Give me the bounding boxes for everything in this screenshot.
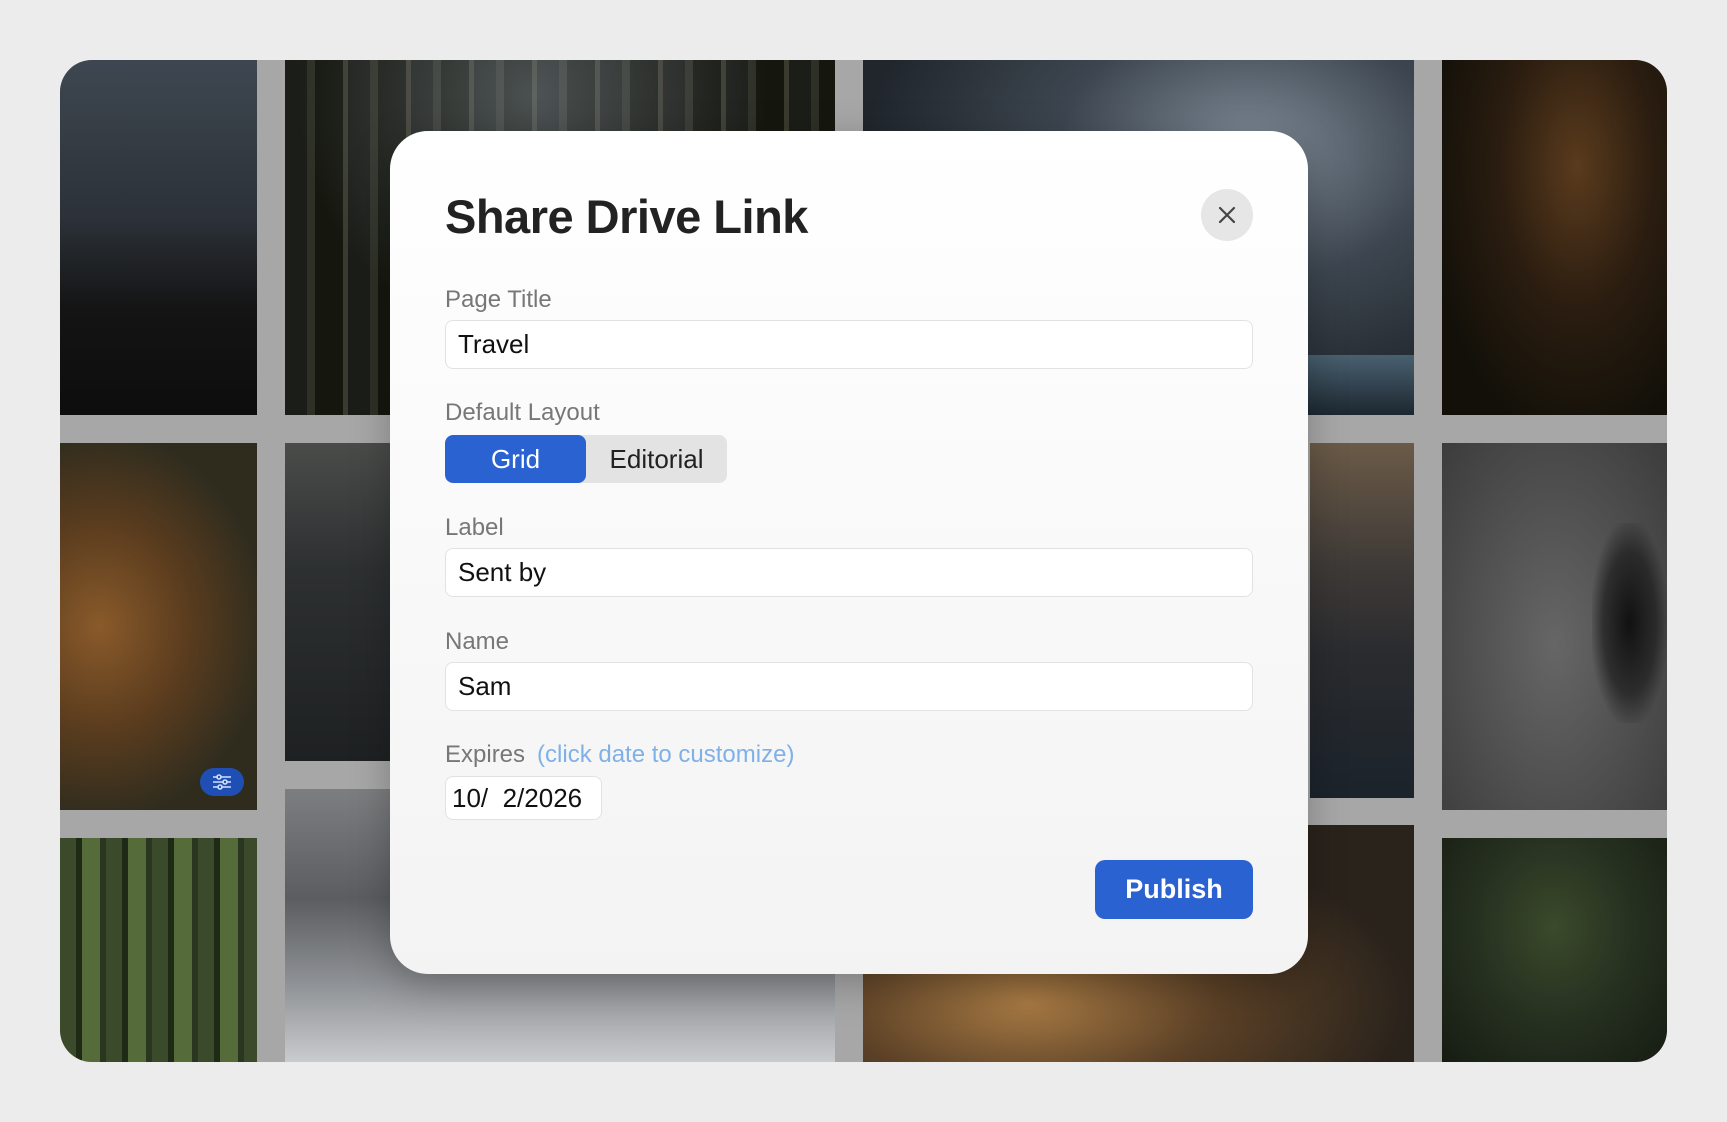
photo-tile-misty-hills[interactable]	[285, 443, 405, 761]
default-layout-label: Default Layout	[445, 399, 600, 426]
name-field-label: Name	[445, 628, 510, 655]
photo-tile-mountain-dusk[interactable]	[60, 60, 257, 415]
expires-label-row: Expires (click date to customize)	[445, 741, 794, 769]
name-input[interactable]	[445, 662, 1253, 711]
photo-tile-dog[interactable]	[60, 443, 257, 810]
label-input[interactable]	[445, 548, 1253, 597]
dialog-title: Share Drive Link	[445, 190, 808, 243]
close-icon	[1218, 206, 1236, 224]
layout-segmented-control: Grid Editorial	[445, 435, 727, 483]
expires-hint: (click date to customize)	[537, 741, 795, 768]
label-field-label: Label	[445, 514, 504, 541]
share-drive-link-dialog: Share Drive Link Page Title Default Layo…	[390, 131, 1308, 974]
expires-label: Expires	[445, 741, 526, 768]
photo-tile-bird[interactable]	[1442, 443, 1667, 810]
layout-option-grid[interactable]: Grid	[445, 435, 586, 483]
layout-option-editorial[interactable]: Editorial	[586, 435, 727, 483]
page-title-label: Page Title	[445, 286, 552, 313]
expires-date-field[interactable]: 10/ 2/2026	[445, 776, 602, 820]
publish-button[interactable]: Publish	[1095, 860, 1253, 919]
photo-tile-lake-mountains[interactable]	[1310, 443, 1414, 798]
page-title-input[interactable]	[445, 320, 1253, 369]
sliders-icon[interactable]	[200, 768, 244, 796]
photo-tile-woods[interactable]	[60, 838, 257, 1062]
photo-tile-green-forest[interactable]	[1442, 838, 1667, 1062]
close-button[interactable]	[1201, 189, 1253, 241]
photo-tile-night-lights[interactable]	[1442, 60, 1667, 415]
